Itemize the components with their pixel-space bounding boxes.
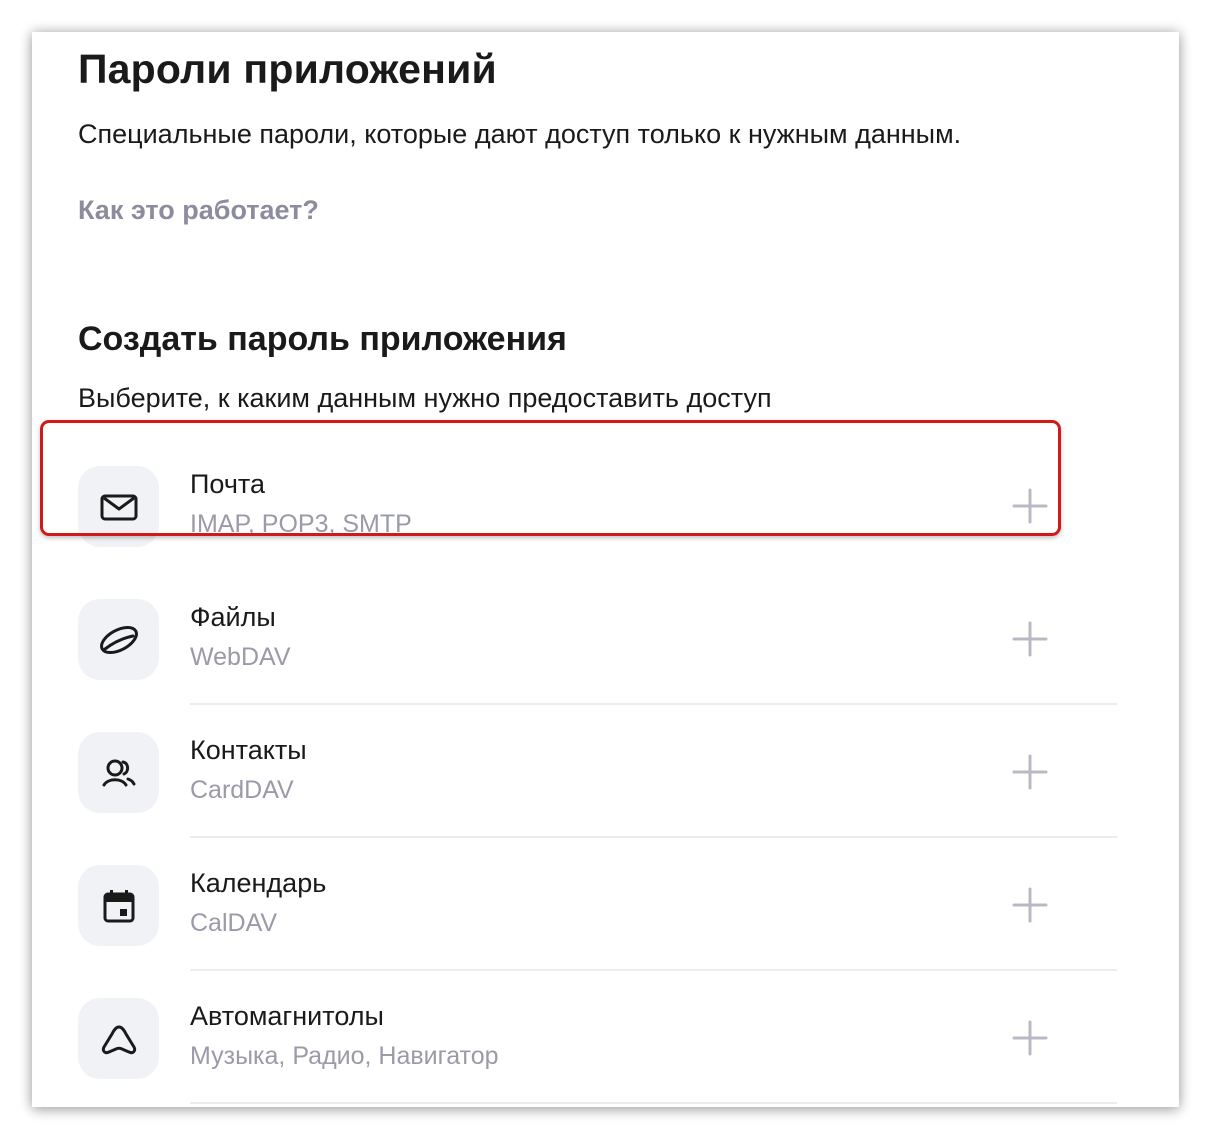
plus-icon [1012, 887, 1048, 923]
app-item-title: Файлы [190, 602, 276, 632]
add-car-password-button[interactable] [1012, 1020, 1048, 1056]
app-item-title: Контакты [190, 735, 307, 765]
add-contacts-password-button[interactable] [1012, 754, 1048, 790]
page-title: Пароли приложений [78, 46, 497, 92]
app-item-calendar[interactable]: Календарь CalDAV [78, 863, 1118, 996]
app-item-title: Почта [190, 469, 265, 499]
divider [190, 969, 1117, 971]
page-description: Специальные пароли, которые дают доступ … [78, 119, 962, 149]
divider [190, 836, 1117, 838]
add-mail-password-button[interactable] [1012, 488, 1048, 524]
car-icon [78, 998, 159, 1079]
app-list: Почта IMAP, POP3, SMTP Файлы WebDAV Конт… [78, 464, 1118, 1107]
plus-icon [1012, 1020, 1048, 1056]
create-section-subtitle: Выберите, к каким данным нужно предостав… [78, 383, 772, 413]
app-item-car[interactable]: Автомагнитолы Музыка, Радио, Навигатор [78, 996, 1118, 1107]
app-item-mail[interactable]: Почта IMAP, POP3, SMTP [78, 464, 1118, 597]
app-item-title: Автомагнитолы [190, 1001, 384, 1031]
contacts-icon [78, 732, 159, 813]
mail-icon [78, 466, 159, 547]
disk-icon [78, 599, 159, 680]
plus-icon [1012, 621, 1048, 657]
add-calendar-password-button[interactable] [1012, 887, 1048, 923]
app-item-files[interactable]: Файлы WebDAV [78, 597, 1118, 730]
app-item-contacts[interactable]: Контакты CardDAV [78, 730, 1118, 863]
app-item-subtitle: IMAP, POP3, SMTP [190, 510, 412, 538]
create-section-title: Создать пароль приложения [78, 320, 567, 358]
app-passwords-card: Пароли приложений Специальные пароли, ко… [32, 32, 1179, 1107]
divider [190, 1102, 1117, 1104]
plus-icon [1012, 754, 1048, 790]
divider [190, 703, 1117, 705]
app-item-subtitle: Музыка, Радио, Навигатор [190, 1042, 499, 1070]
app-item-subtitle: WebDAV [190, 643, 291, 671]
how-it-works-link[interactable]: Как это работает? [78, 195, 319, 226]
app-item-subtitle: CalDAV [190, 909, 278, 937]
calendar-icon [78, 865, 159, 946]
app-item-title: Календарь [190, 868, 327, 898]
plus-icon [1012, 488, 1048, 524]
app-item-subtitle: CardDAV [190, 776, 294, 804]
add-files-password-button[interactable] [1012, 621, 1048, 657]
